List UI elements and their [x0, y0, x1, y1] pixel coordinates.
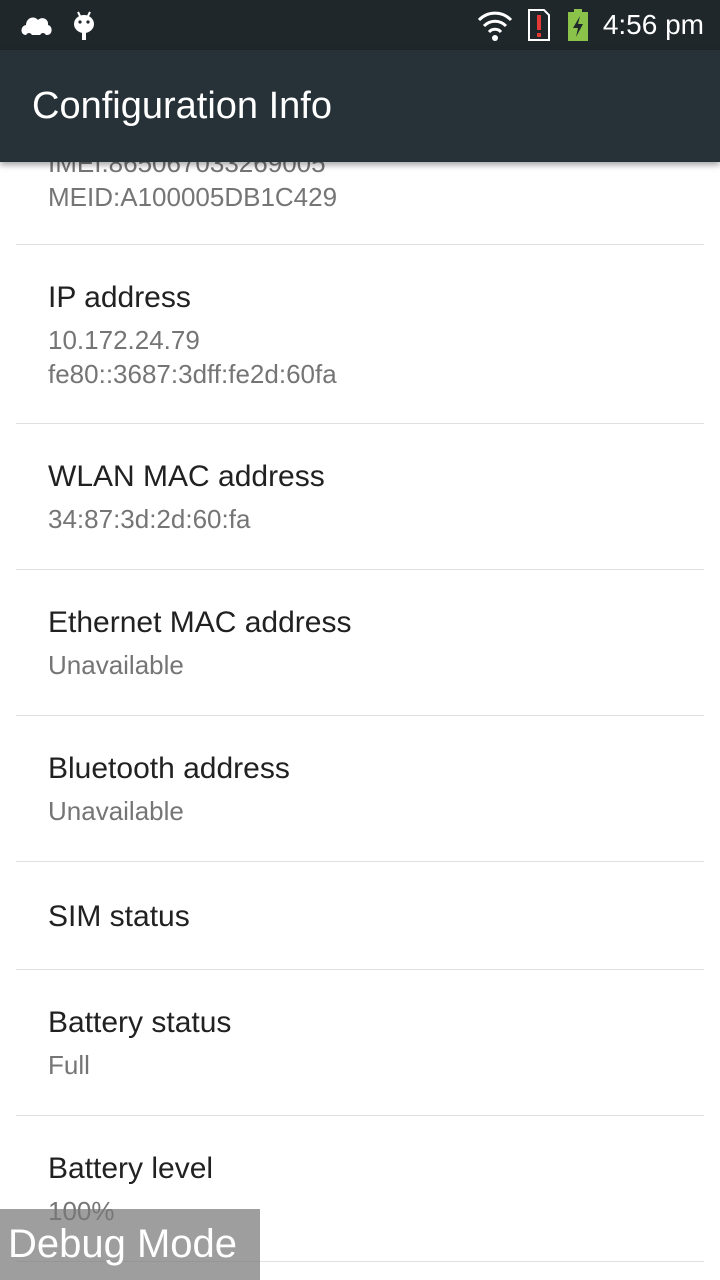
page-title: Configuration Info	[32, 85, 332, 127]
item-title: Battery status	[48, 1006, 232, 1039]
sim-alert-icon	[526, 0, 552, 50]
item-title: WLAN MAC address	[48, 460, 325, 493]
item-summary-line: Unavailable	[48, 796, 184, 826]
list-item-battery-status[interactable]: Battery status Full	[0, 970, 720, 1115]
item-title: SIM status	[48, 900, 190, 933]
debug-mode-overlay: Debug Mode	[0, 1209, 260, 1280]
item-summary-line: fe80::3687:3dff:fe2d:60fa	[48, 359, 337, 389]
item-title: IP address	[48, 281, 191, 314]
item-summary-line: Full	[48, 1050, 90, 1080]
settings-list[interactable]: IMEI:865067033269005 MEID:A100005DB1C429…	[0, 162, 720, 1280]
list-item-sim-status[interactable]: SIM status	[0, 862, 720, 969]
list-item-ethernet-mac[interactable]: Ethernet MAC address Unavailable	[0, 570, 720, 715]
item-summary-line: 34:87:3d:2d:60:fa	[48, 504, 251, 534]
list-item-wlan-mac[interactable]: WLAN MAC address 34:87:3d:2d:60:fa	[0, 424, 720, 569]
status-bar: 4:56 pm	[0, 0, 720, 50]
app-bar: Configuration Info	[0, 50, 720, 162]
android-debug-icon	[72, 0, 96, 50]
item-title: Bluetooth address	[48, 752, 290, 785]
item-title: Battery level	[48, 1152, 214, 1185]
item-summary-line: 10.172.24.79	[48, 325, 200, 355]
cloud-icon	[18, 0, 54, 50]
item-summary-line: Unavailable	[48, 650, 184, 680]
list-item-ip-address[interactable]: IP address 10.172.24.79 fe80::3687:3dff:…	[0, 245, 720, 423]
wifi-icon	[476, 0, 514, 50]
item-title: Ethernet MAC address	[48, 606, 352, 639]
item-summary-line: MEID:A100005DB1C429	[48, 182, 338, 212]
list-item-bluetooth-address[interactable]: Bluetooth address Unavailable	[0, 716, 720, 861]
status-time: 4:56 pm	[602, 9, 704, 40]
list-item-device-ids[interactable]: IMEI:865067033269005 MEID:A100005DB1C429	[0, 162, 720, 244]
item-summary-line: IMEI:865067033269005	[48, 162, 326, 178]
battery-charging-icon	[566, 0, 590, 50]
